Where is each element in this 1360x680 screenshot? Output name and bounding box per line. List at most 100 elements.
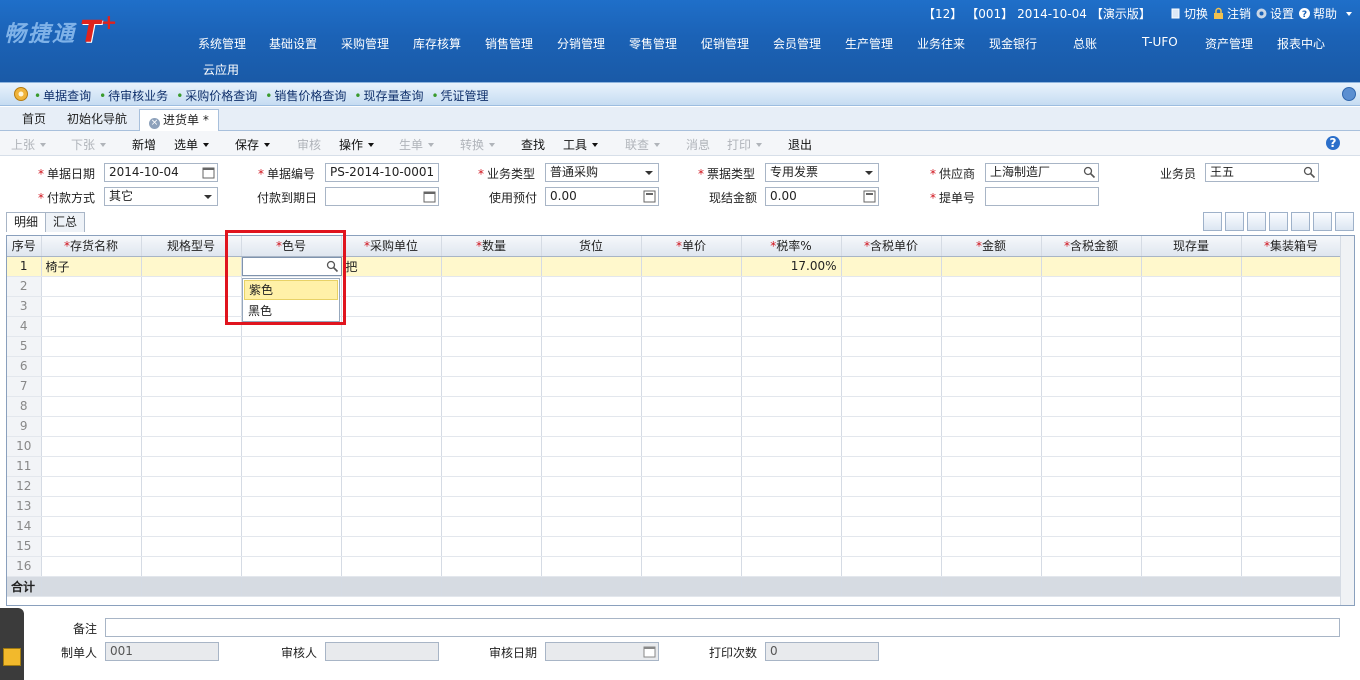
cell-location[interactable] <box>541 256 642 277</box>
biz-type-select[interactable]: 普通采购 <box>545 163 659 182</box>
search-icon[interactable] <box>1303 166 1316 179</box>
empty-cell[interactable] <box>341 496 442 517</box>
empty-cell[interactable] <box>1241 276 1342 297</box>
table-row[interactable]: 1 椅子 把 17.00% <box>7 256 1342 277</box>
toolbar-button[interactable]: 选单 <box>174 136 210 153</box>
prepay-field[interactable]: 0.00 <box>545 187 659 206</box>
empty-cell[interactable] <box>441 416 542 437</box>
empty-cell[interactable] <box>641 376 742 397</box>
quick-link[interactable]: 现存量查询 <box>354 87 423 104</box>
empty-cell[interactable] <box>841 276 942 297</box>
column-header[interactable]: *单价 <box>641 236 742 257</box>
empty-cell[interactable] <box>41 336 142 357</box>
empty-cell[interactable] <box>141 476 242 497</box>
empty-cell[interactable] <box>541 476 642 497</box>
empty-cell[interactable] <box>141 276 242 297</box>
empty-cell[interactable] <box>1041 536 1142 557</box>
empty-cell[interactable] <box>1241 496 1342 517</box>
toolbar-button[interactable]: 新增 <box>132 136 156 153</box>
empty-cell[interactable] <box>441 476 542 497</box>
table-row[interactable]: 6 <box>7 356 1342 377</box>
empty-cell[interactable] <box>1241 536 1342 557</box>
empty-cell[interactable] <box>1041 516 1142 537</box>
empty-cell[interactable] <box>1141 356 1242 377</box>
empty-cell[interactable] <box>1141 376 1242 397</box>
table-row[interactable]: 15 <box>7 536 1342 557</box>
toolbar-button[interactable]: 查找 <box>521 136 545 153</box>
empty-cell[interactable] <box>441 396 542 417</box>
cell-price[interactable] <box>641 256 742 277</box>
empty-cell[interactable] <box>41 536 142 557</box>
cash-amount-field[interactable]: 0.00 <box>765 187 879 206</box>
empty-cell[interactable] <box>1041 556 1142 577</box>
help-link[interactable]: ? 帮助 <box>1298 5 1337 22</box>
collapse-icon[interactable] <box>1342 87 1356 101</box>
empty-cell[interactable] <box>941 436 1042 457</box>
empty-cell[interactable] <box>1041 376 1142 397</box>
empty-cell[interactable] <box>1141 496 1242 517</box>
color-lookup-input[interactable] <box>242 257 342 276</box>
empty-cell[interactable] <box>541 396 642 417</box>
empty-cell[interactable] <box>341 316 442 337</box>
export-excel-icon[interactable] <box>1247 212 1266 231</box>
empty-cell[interactable] <box>641 396 742 417</box>
doc-date-field[interactable]: 2014-10-04 <box>104 163 218 182</box>
column-header[interactable]: *税率% <box>741 236 842 257</box>
table-row[interactable]: 4 <box>7 316 1342 337</box>
empty-cell[interactable] <box>541 376 642 397</box>
empty-cell[interactable] <box>841 296 942 317</box>
empty-cell[interactable] <box>241 536 342 557</box>
empty-cell[interactable] <box>941 496 1042 517</box>
empty-cell[interactable] <box>841 476 942 497</box>
empty-cell[interactable] <box>641 436 742 457</box>
copy-row-icon[interactable] <box>1203 212 1222 231</box>
empty-cell[interactable] <box>1041 416 1142 437</box>
empty-cell[interactable] <box>1141 436 1242 457</box>
empty-cell[interactable] <box>1041 476 1142 497</box>
empty-cell[interactable] <box>1041 296 1142 317</box>
tab-summary[interactable]: 汇总 <box>45 212 86 232</box>
save-layout-icon[interactable] <box>1335 212 1354 231</box>
pay-due-field[interactable] <box>325 187 439 206</box>
empty-cell[interactable] <box>341 536 442 557</box>
menu-item[interactable]: 采购管理 <box>341 35 389 52</box>
pay-method-select[interactable]: 其它 <box>104 187 218 206</box>
empty-cell[interactable] <box>541 436 642 457</box>
empty-cell[interactable] <box>741 556 842 577</box>
logout-link[interactable]: 注销 <box>1212 5 1251 22</box>
empty-cell[interactable] <box>441 516 542 537</box>
empty-cell[interactable] <box>841 356 942 377</box>
menu-item[interactable]: T-UFO <box>1142 35 1178 49</box>
color-option-purple[interactable]: 紫色 <box>244 280 338 300</box>
menu-item[interactable]: 云应用 <box>203 61 239 78</box>
table-row[interactable]: 3 <box>7 296 1342 317</box>
empty-cell[interactable] <box>241 516 342 537</box>
empty-cell[interactable] <box>841 316 942 337</box>
empty-cell[interactable] <box>141 496 242 517</box>
column-header[interactable]: *存货名称 <box>41 236 142 257</box>
empty-cell[interactable] <box>341 436 442 457</box>
menu-item[interactable]: 分销管理 <box>557 35 605 52</box>
empty-cell[interactable] <box>541 336 642 357</box>
empty-cell[interactable] <box>741 356 842 377</box>
toolbar-button[interactable]: 退出 <box>788 136 812 153</box>
empty-cell[interactable] <box>41 276 142 297</box>
empty-cell[interactable] <box>541 456 642 477</box>
empty-cell[interactable] <box>41 376 142 397</box>
favorites-sidebar-toggle[interactable] <box>0 608 24 680</box>
empty-cell[interactable] <box>41 356 142 377</box>
empty-cell[interactable] <box>1041 276 1142 297</box>
table-row[interactable]: 14 <box>7 516 1342 537</box>
empty-cell[interactable] <box>741 476 842 497</box>
toolbar-button[interactable]: 保存 <box>235 136 271 153</box>
menu-item[interactable]: 促销管理 <box>701 35 749 52</box>
menu-item[interactable]: 报表中心 <box>1277 35 1325 52</box>
empty-cell[interactable] <box>841 376 942 397</box>
empty-cell[interactable] <box>41 296 142 317</box>
empty-cell[interactable] <box>41 516 142 537</box>
empty-cell[interactable] <box>241 456 342 477</box>
empty-cell[interactable] <box>1141 396 1242 417</box>
close-tab-icon[interactable]: × <box>149 118 160 129</box>
empty-cell[interactable] <box>1041 436 1142 457</box>
empty-cell[interactable] <box>641 416 742 437</box>
